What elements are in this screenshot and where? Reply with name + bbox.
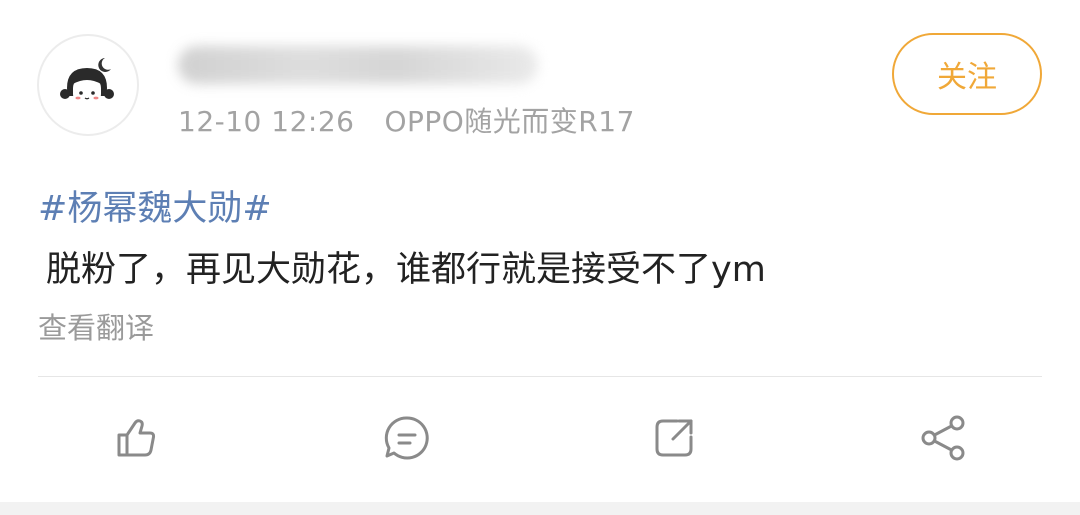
translate-link[interactable]: 查看翻译 — [38, 305, 154, 347]
post-content: 脱粉了，再见大勋花，谁都行就是接受不了ym — [46, 250, 766, 290]
share-button[interactable] — [918, 412, 970, 464]
share-icon — [921, 415, 965, 461]
username-blurred[interactable] — [178, 46, 538, 84]
avatar-girl-icon — [60, 58, 114, 104]
post-timestamp: 12-10 12:26 — [178, 105, 355, 138]
follow-button[interactable]: 关注 — [892, 33, 1042, 115]
hashtag-link[interactable]: #杨幂魏大勋# — [38, 180, 272, 231]
repost-icon — [655, 419, 693, 457]
post-meta: 12-10 12:26 OPPO随光而变R17 — [178, 100, 635, 140]
divider — [38, 376, 1042, 377]
like-button[interactable] — [110, 412, 162, 464]
like-icon — [117, 419, 156, 457]
comment-icon — [384, 416, 429, 460]
repost-button[interactable] — [648, 412, 700, 464]
post-device: OPPO随光而变R17 — [384, 105, 635, 138]
bottom-separator — [0, 502, 1080, 515]
weibo-post-card: 12-10 12:26 OPPO随光而变R17 关注 #杨幂魏大勋# 脱粉了，再见… — [0, 0, 1080, 515]
comment-button[interactable] — [381, 412, 433, 464]
avatar[interactable] — [37, 34, 139, 136]
